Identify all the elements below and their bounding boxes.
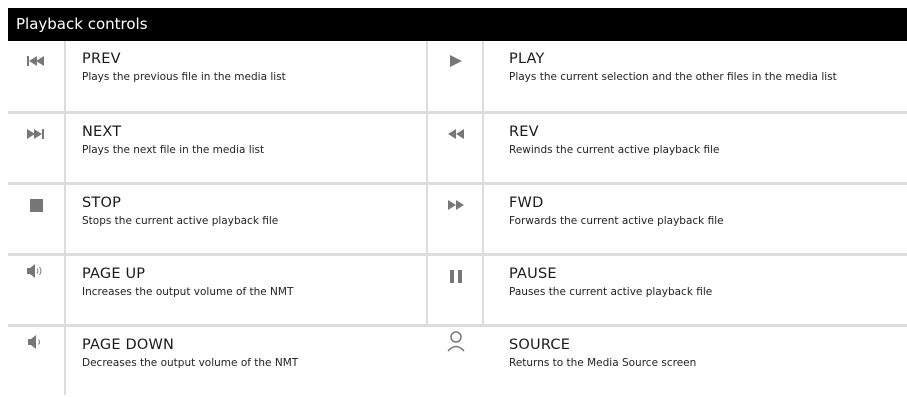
- control-detail: Returns to the Media Source screen: [509, 357, 697, 369]
- controls-table: PREV Plays the previous file in the medi…: [8, 41, 907, 395]
- control-name: NEXT: [82, 124, 122, 140]
- control-detail: Plays the next file in the media list: [82, 144, 265, 156]
- control-detail: Pauses the current active playback file: [509, 286, 713, 298]
- control-name: SOURCE: [509, 337, 571, 353]
- volume-up-icon: [8, 256, 64, 286]
- fast-forward-icon: [428, 185, 484, 225]
- control-name: PREV: [82, 51, 121, 67]
- control-description: REV Rewinds the current active playback …: [509, 124, 719, 157]
- control-name: PAUSE: [509, 266, 557, 282]
- section-title: Playback controls: [16, 15, 148, 33]
- control-description: PLAY Plays the current selection and the…: [509, 51, 837, 84]
- section-header: Playback controls: [8, 8, 907, 41]
- table-row: NEXT Plays the next file in the media li…: [8, 114, 907, 184]
- previous-track-icon: [8, 41, 64, 81]
- control-description: PAGE UP Increases the output volume of t…: [82, 266, 293, 299]
- play-icon: [428, 41, 484, 81]
- rewind-icon: [428, 114, 484, 154]
- control-description: PAUSE Pauses the current active playback…: [509, 266, 712, 299]
- control-detail: Plays the current selection and the othe…: [509, 71, 837, 83]
- control-name: REV: [509, 124, 539, 140]
- table-row: PAGE UP Increases the output volume of t…: [8, 256, 907, 326]
- next-track-icon: [8, 114, 64, 154]
- table-row: PREV Plays the previous file in the medi…: [8, 41, 907, 111]
- control-name: PAGE UP: [82, 266, 146, 282]
- control-description: NEXT Plays the next file in the media li…: [82, 124, 264, 157]
- control-description: PAGE DOWN Decreases the output volume of…: [82, 337, 298, 370]
- control-detail: Increases the output volume of the NMT: [82, 286, 294, 298]
- pause-icon: [428, 256, 484, 296]
- control-description: SOURCE Returns to the Media Source scree…: [509, 337, 696, 370]
- control-detail: Decreases the output volume of the NMT: [82, 357, 299, 369]
- control-detail: Forwards the current active playback fil…: [509, 215, 724, 227]
- control-detail: Rewinds the current active playback file: [509, 144, 720, 156]
- table-row: PAGE DOWN Decreases the output volume of…: [8, 327, 907, 397]
- control-description: PREV Plays the previous file in the medi…: [82, 51, 286, 84]
- stop-icon: [8, 185, 64, 225]
- control-detail: Stops the current active playback file: [82, 215, 279, 227]
- control-name: PLAY: [509, 51, 545, 67]
- control-name: PAGE DOWN: [82, 337, 175, 353]
- control-name: STOP: [82, 195, 122, 211]
- table-row: STOP Stops the current active playback f…: [8, 185, 907, 255]
- source-icon: [428, 327, 484, 357]
- control-name: FWD: [509, 195, 544, 211]
- volume-down-icon: [8, 327, 64, 357]
- control-description: FWD Forwards the current active playback…: [509, 195, 724, 228]
- control-description: STOP Stops the current active playback f…: [82, 195, 278, 228]
- control-detail: Plays the previous file in the media lis…: [82, 71, 286, 83]
